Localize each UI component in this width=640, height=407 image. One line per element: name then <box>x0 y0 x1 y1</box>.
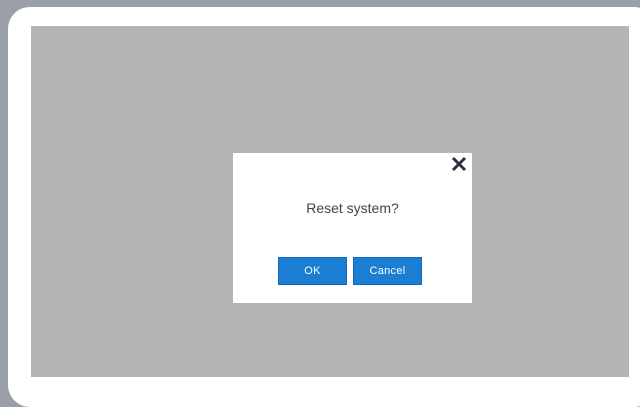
cancel-button[interactable]: Cancel <box>353 257 422 285</box>
reset-dialog: Reset system? OK Cancel <box>233 153 472 303</box>
ok-button[interactable]: OK <box>278 257 347 285</box>
dialog-message: Reset system? <box>306 200 399 216</box>
close-icon[interactable] <box>450 155 468 173</box>
modal-overlay: Reset system? OK Cancel <box>31 26 629 377</box>
